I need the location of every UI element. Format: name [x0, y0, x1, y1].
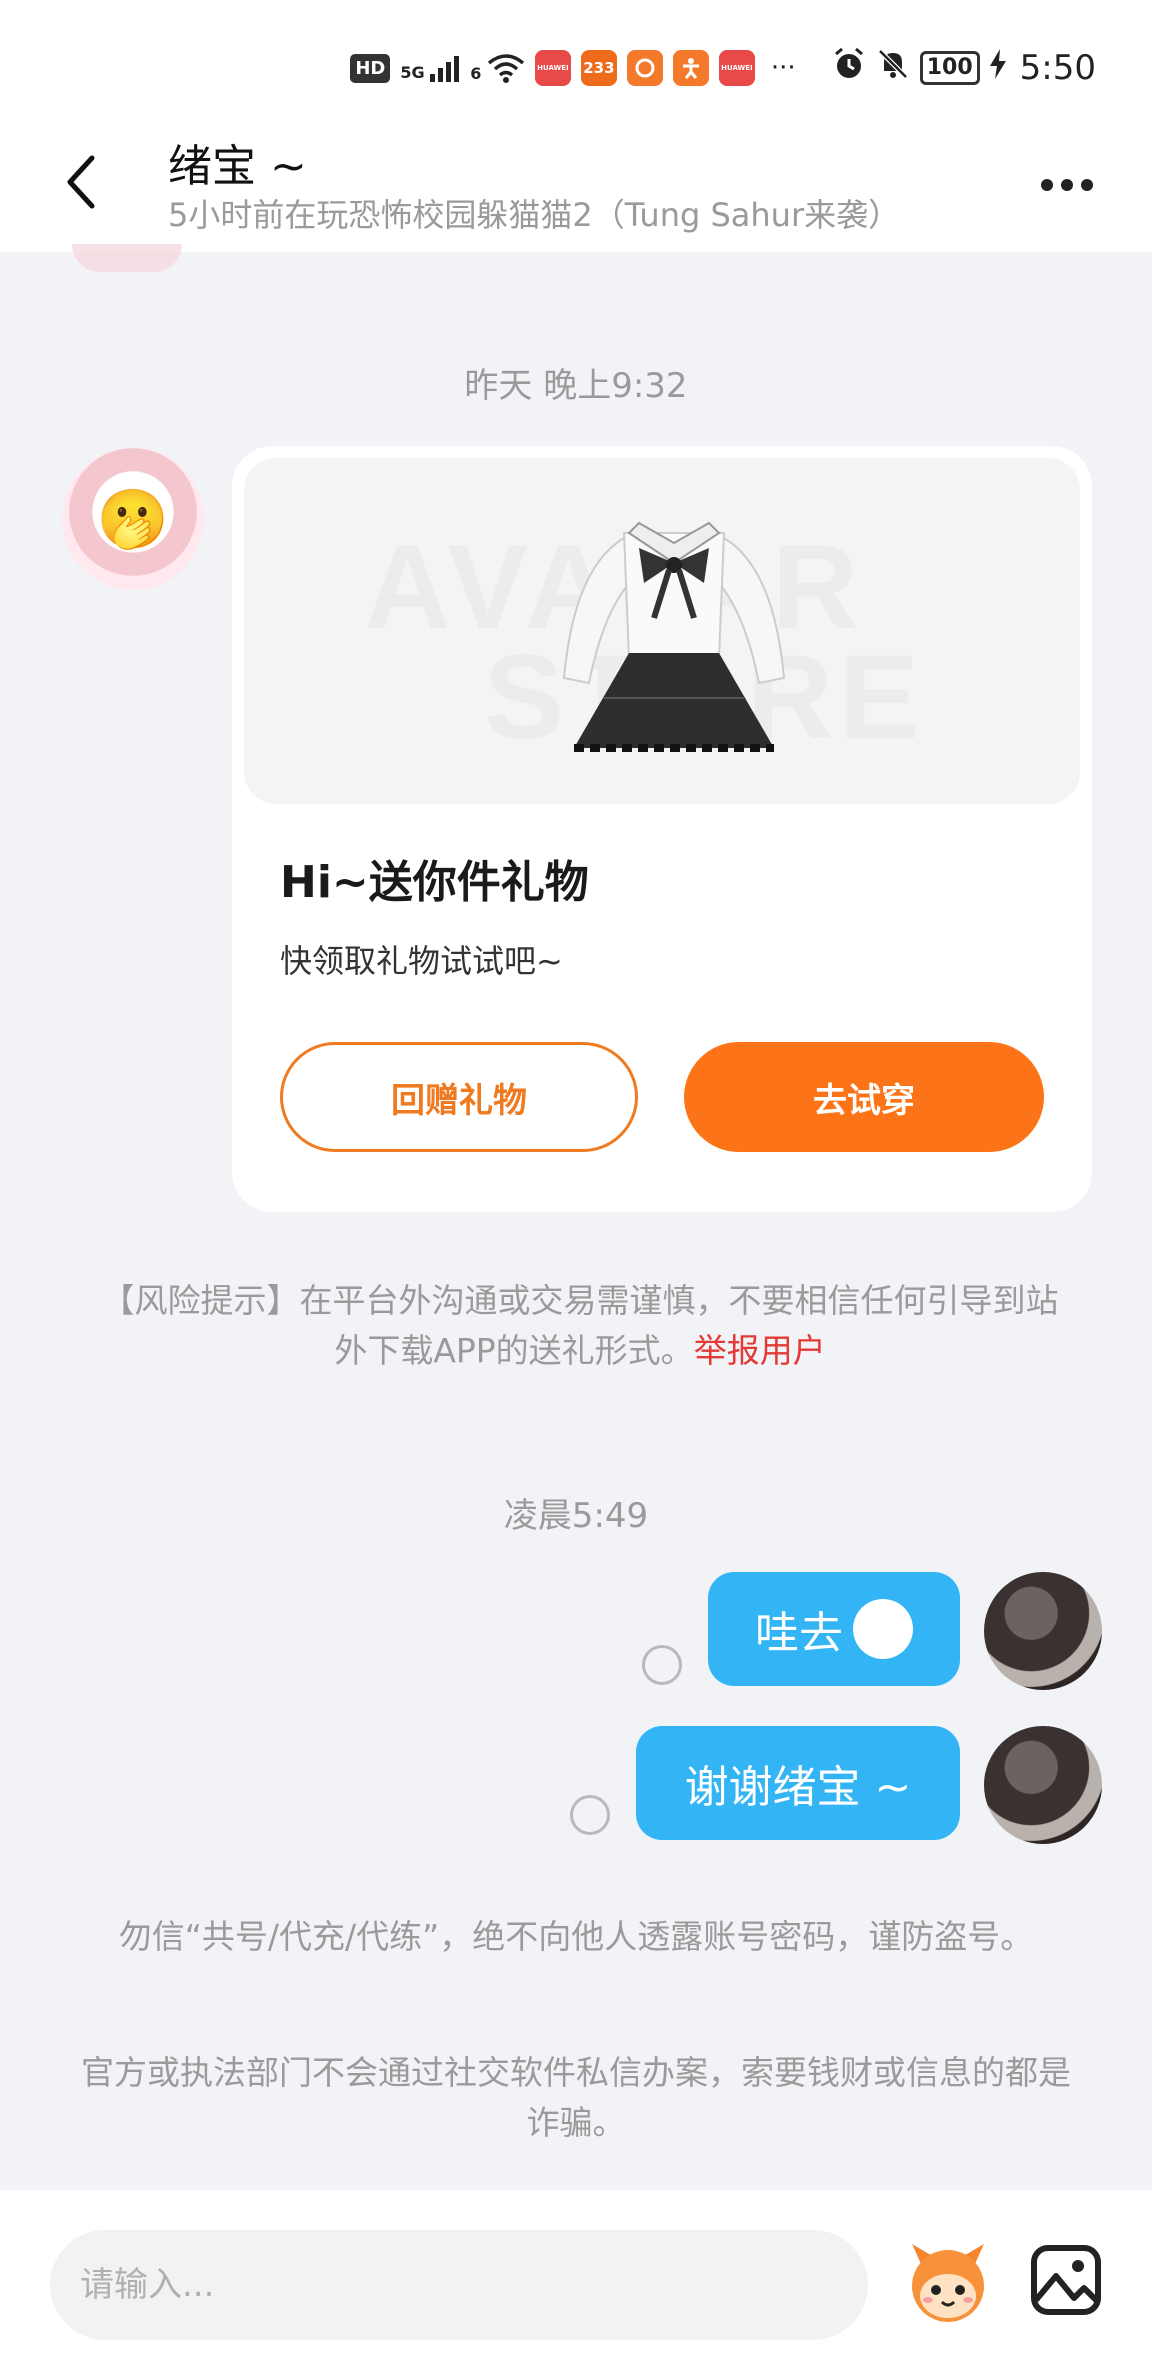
input-bar	[0, 2190, 1152, 2376]
my-avatar[interactable]	[984, 1726, 1102, 1844]
message-text: 哇去	[755, 1608, 843, 1659]
charging-icon	[989, 48, 1006, 88]
more-options-button[interactable]	[1032, 160, 1102, 210]
message-input[interactable]	[50, 2230, 868, 2340]
outgoing-message-bubble[interactable]: 谢谢绪宝 ~	[636, 1726, 960, 1840]
report-user-link[interactable]: 举报用户	[694, 1331, 826, 1370]
timestamp: 凌晨5:49	[503, 1496, 649, 1536]
my-avatar[interactable]	[984, 1572, 1102, 1690]
select-message-checkbox[interactable]	[570, 1795, 610, 1835]
try-on-button[interactable]: 去试穿	[684, 1042, 1044, 1152]
wifi-label: 6	[470, 64, 482, 83]
more-dot-icon	[1081, 179, 1093, 191]
outgoing-message-bubble[interactable]: 哇去 😱	[708, 1572, 960, 1686]
wifi-icon: 6	[470, 53, 525, 83]
image-picker-button[interactable]	[1028, 2242, 1104, 2318]
status-icons: HD 5G 6 HUAWEI 233 HUAWEI ··· 100 5:50	[350, 44, 1096, 92]
safety-notice: 勿信“共号/代充/代练”，绝不向他人透露账号密码，谨防盗号。	[118, 1917, 1034, 1956]
clock-time: 5:50	[1019, 48, 1096, 88]
chat-title[interactable]: 绪宝 ~	[168, 130, 307, 194]
fitness-app-icon	[672, 50, 709, 86]
mute-bell-icon	[876, 47, 910, 90]
return-gift-button[interactable]: 回赠礼物	[280, 1042, 638, 1152]
huawei-app-icon: HUAWEI	[534, 50, 571, 86]
more-dot-icon	[1041, 179, 1053, 191]
face-emoji-icon: 🫢	[96, 484, 170, 553]
emoji-button[interactable]	[902, 2236, 994, 2328]
orange-app-icon	[626, 50, 663, 86]
chat-subtitle: 5小时前在玩恐怖校园躲猫猫2（Tung Sahur来袭）	[168, 196, 901, 234]
risk-warning-text: 【风险提示】在平台外沟通或交易需谨慎，不要相信任何引导到站外下载APP的送礼形式…	[101, 1281, 1059, 1370]
dress-outfit-image	[562, 521, 786, 752]
gift-title: Hi~送你件礼物	[280, 857, 589, 908]
hd-icon: HD	[350, 53, 391, 83]
network-icon: 5G	[400, 54, 460, 82]
battery-icon: 100	[919, 51, 980, 85]
chevron-left-icon	[67, 155, 95, 209]
scream-emoji-icon: 😱	[853, 1599, 913, 1659]
message-text: 谢谢绪宝 ~	[684, 1762, 912, 1813]
alarm-icon	[832, 47, 866, 90]
risk-warning: 【风险提示】在平台外沟通或交易需谨慎，不要相信任何引导到站外下载APP的送礼形式…	[90, 1276, 1070, 1376]
sender-avatar[interactable]: 🫢	[62, 448, 204, 590]
gift-subtitle: 快领取礼物试试吧~	[280, 942, 563, 980]
partial-avatar	[72, 244, 182, 272]
image-icon	[1031, 2245, 1101, 2315]
back-button[interactable]	[50, 150, 114, 214]
mascot-emoji-icon	[912, 2244, 984, 2322]
app-233-icon: 233	[580, 50, 617, 86]
gift-card[interactable]: AVATAR STORE Hi~送你件礼物 快领取礼物试试吧~ 回赠礼物 去试穿	[232, 446, 1092, 1212]
gift-image: AVATAR STORE	[244, 458, 1080, 804]
chat-header: 绪宝 ~ 5小时前在玩恐怖校园躲猫猫2（Tung Sahur来袭）	[0, 120, 1152, 252]
huawei-app-icon-2: HUAWEI	[718, 50, 755, 86]
safety-notice: 官方或执法部门不会通过社交软件私信办案，索要钱财或信息的都是诈骗。	[81, 2053, 1071, 2142]
more-notifications-icon: ···	[770, 53, 796, 83]
more-dot-icon	[1061, 179, 1073, 191]
network-label: 5G	[400, 63, 425, 82]
status-bar: HD 5G 6 HUAWEI 233 HUAWEI ··· 100 5:50	[0, 0, 1152, 120]
timestamp: 昨天 晚上9:32	[464, 366, 688, 406]
select-message-checkbox[interactable]	[642, 1645, 682, 1685]
